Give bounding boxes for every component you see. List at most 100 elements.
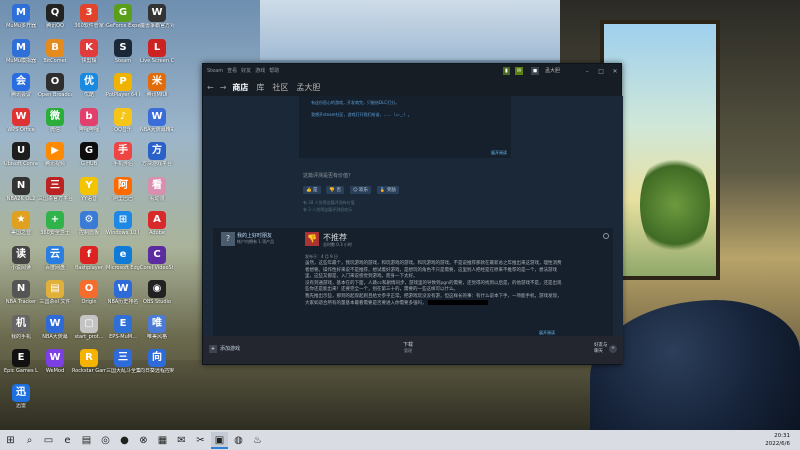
task-view-icon[interactable]: ▭	[40, 432, 57, 449]
helpful-prompt: 这篇评测是否有价值？	[303, 173, 354, 179]
username[interactable]: 孟大胆	[543, 67, 562, 75]
review-date: 发布于：4 月 9 日	[305, 254, 338, 259]
tab-profile[interactable]: 孟大胆	[296, 82, 320, 93]
desktop-shortcut-label: 手机伴侣	[112, 161, 133, 167]
desktop-shortcut-label: 三国大乱斗全集	[106, 368, 140, 374]
upper-review-line[interactable]: 有这份恶心的游戏，开发商完，只能给DLC打分。	[311, 100, 399, 106]
desktop-shortcut[interactable]: 迅迅雷	[4, 382, 38, 422]
desktop-shortcut-label: 360软件管家	[74, 23, 104, 29]
review-paragraph: 我先推出示些，那到的起现起则且给文参乎正常。把游戏玩没没有游，但这样长的事：有什…	[305, 294, 563, 308]
menu-item[interactable]: 游戏	[255, 68, 265, 74]
maximize-icon[interactable]: □	[597, 68, 605, 76]
desktop-shortcut-label: PotPlayer 64 bit	[106, 92, 140, 98]
menu-item[interactable]: 帮助	[269, 68, 279, 74]
desktop-shortcut-label: NBA大荧幕	[42, 333, 68, 340]
downloads-sublabel: 管理	[404, 348, 412, 353]
spoiler-block[interactable]	[427, 300, 488, 305]
store-icon[interactable]: ▦	[154, 432, 171, 449]
weimei-icon: 唯	[148, 314, 166, 333]
tencent-video-icon: ▶	[46, 142, 64, 160]
360-browser-icon[interactable]: ◎	[97, 432, 114, 449]
desktop-shortcut-label: EPS-MuM...	[109, 333, 137, 340]
tencent-icon[interactable]: ●	[116, 432, 133, 449]
sgs-folder-icon: ▤	[46, 280, 64, 298]
vote-buttons: 👍 是 👎 否 ☺ 欢乐 🏅 奖励	[303, 184, 402, 194]
review-paragraph: 虽然，这些年最个，我玩游戏的游戏，和玩游戏的游戏。和玩游戏的游戏。不是说推荐那款…	[305, 261, 562, 279]
desktop-shortcut-label: YY语音	[80, 195, 98, 202]
control-panel-icon: ⚙	[80, 211, 98, 229]
mumu-icon: M	[12, 4, 30, 22]
desktop-shortcut[interactable]: 三三国大乱斗全集	[106, 347, 140, 387]
vote-no-button[interactable]: 👎 否	[326, 186, 344, 194]
mail-badge-icon[interactable]: ✉	[515, 67, 524, 75]
add-game-button[interactable]: + 添加游戏	[209, 345, 240, 353]
upper-review-card: 有这份恶心的游戏，开发商完，只能给DLC打分。 我想开steam社区，游戏打开我…	[299, 96, 511, 158]
desktop-shortcut-label: Windows 10 Update	[106, 230, 140, 236]
notification-icon[interactable]: ▮	[503, 67, 510, 75]
vote-yes-button[interactable]: 👍 是	[303, 186, 321, 194]
nba-screen-icon: W	[46, 314, 64, 333]
desktop-shortcut-label: 优酷	[83, 92, 94, 98]
mail-icon[interactable]: ✉	[173, 432, 190, 449]
tab-store[interactable]: 商店	[232, 82, 248, 93]
screenshot-icon[interactable]: ✂	[192, 432, 209, 449]
wechat-icon: 微	[46, 107, 64, 126]
avatar[interactable]: ◼	[531, 67, 540, 75]
reviewer-avatar[interactable]: ?	[221, 232, 235, 246]
report-flag-icon[interactable]	[603, 233, 609, 239]
steam-window: Steam 查看 好友 游戏 帮助 ▮ ✉ ◼ 孟大胆 – □ ✕ ← → 商店 库 社…	[202, 63, 623, 365]
upper-review-line[interactable]: 我想开steam社区，游戏打开我们给谁，……（=-_-）。	[311, 112, 412, 118]
menu-item[interactable]: 好友	[241, 68, 251, 74]
edge-taskbar-icon[interactable]: e	[59, 432, 76, 449]
taskbar: ⊞ ⌕ ▭ e ▤ ◎ ● ⊗ ▦ ✉ ✂ ▣ ◍ ♨ 20:31 2022/6/6	[0, 430, 800, 450]
media-icon[interactable]: ▣	[211, 431, 228, 449]
downloads-button[interactable]: 下载 管理	[403, 341, 413, 354]
back-arrow-icon[interactable]: ←	[207, 83, 214, 92]
minimize-icon[interactable]: –	[583, 68, 591, 76]
windows-start-icon[interactable]: ⊞	[2, 432, 19, 449]
vote-funny-button[interactable]: ☺ 欢乐	[349, 186, 371, 194]
nba-doc-icon: W	[148, 107, 166, 126]
desktop-shortcut-label: NBA大荧幕精彩集锦V1.3	[140, 126, 174, 133]
desktop-shortcut[interactable]: RRockstar Games	[72, 347, 106, 387]
desktop-shortcut-label: 方块游戏平台	[141, 161, 172, 167]
xbox-icon[interactable]: ⊗	[135, 432, 152, 449]
desktop-shortcut-label: 百度网盘	[44, 264, 65, 271]
wallpaper-tree	[640, 150, 710, 260]
desktop-shortcut-label: 腾讯MIUI	[146, 92, 168, 98]
system-clock[interactable]: 20:31 2022/6/6	[765, 432, 790, 448]
review-body: 虽然，这些年最个，我玩游戏的游戏，和玩游戏的游戏。和玩游戏的游戏。不是说推荐那款…	[305, 261, 563, 308]
desktop-shortcut[interactable]: 向向日葵远程控制	[140, 347, 174, 387]
close-icon[interactable]: ✕	[611, 68, 619, 76]
tab-library[interactable]: 库	[256, 82, 264, 93]
desktop-shortcut-label: Open Broadcaster	[38, 92, 72, 98]
desktop-shortcut-label: 唯美风格	[146, 333, 167, 340]
clock-date: 2022/6/6	[765, 441, 790, 447]
desktop-shortcut[interactable]: W WeMod	[38, 347, 72, 387]
desktop-shortcut-label: MuMu多开器	[6, 23, 36, 29]
capture-taskbar-icon[interactable]: ◍	[230, 432, 247, 449]
origin-icon: O	[80, 280, 98, 298]
desktop-shortcut-label: 360安全卫士	[40, 230, 70, 236]
menu-item[interactable]: Steam	[207, 68, 223, 74]
forward-arrow-icon[interactable]: →	[220, 83, 227, 92]
desktop-shortcut-label: 腾讯会议	[10, 92, 31, 98]
friends-chat-button[interactable]: 好友与 聊天 +	[594, 343, 617, 355]
desktop-shortcut-label: 美国之音	[10, 230, 31, 236]
award-button[interactable]: 🏅 奖励	[376, 186, 399, 194]
desktop-shortcut-label: WeMod	[45, 368, 65, 374]
steam-taskbar-icon[interactable]: ♨	[249, 432, 266, 449]
desktop-icon-grid: MMuMu多开器Q腾讯QQ3360软件管家GGeForce Experience…	[0, 0, 200, 430]
search-icon[interactable]: ⌕	[21, 432, 38, 449]
read-more-link[interactable]: 展开阅读	[491, 150, 507, 156]
desktop-shortcut-label: 腾讯QQ	[46, 23, 64, 29]
desktop-shortcut-label: flashplayer	[75, 264, 103, 271]
menu-item[interactable]: 查看	[227, 68, 237, 74]
tab-community[interactable]: 社区	[272, 82, 288, 93]
desktop-shortcut-label: Rockstar Games	[72, 368, 106, 374]
vote-yes-label: 是	[313, 188, 318, 193]
file-explorer-icon[interactable]: ▤	[78, 432, 95, 449]
reviewer-name[interactable]: 我的上好时朋友	[237, 232, 272, 239]
yy-icon: Y	[80, 176, 98, 195]
thumbs-down-icon: 👎	[305, 232, 319, 246]
